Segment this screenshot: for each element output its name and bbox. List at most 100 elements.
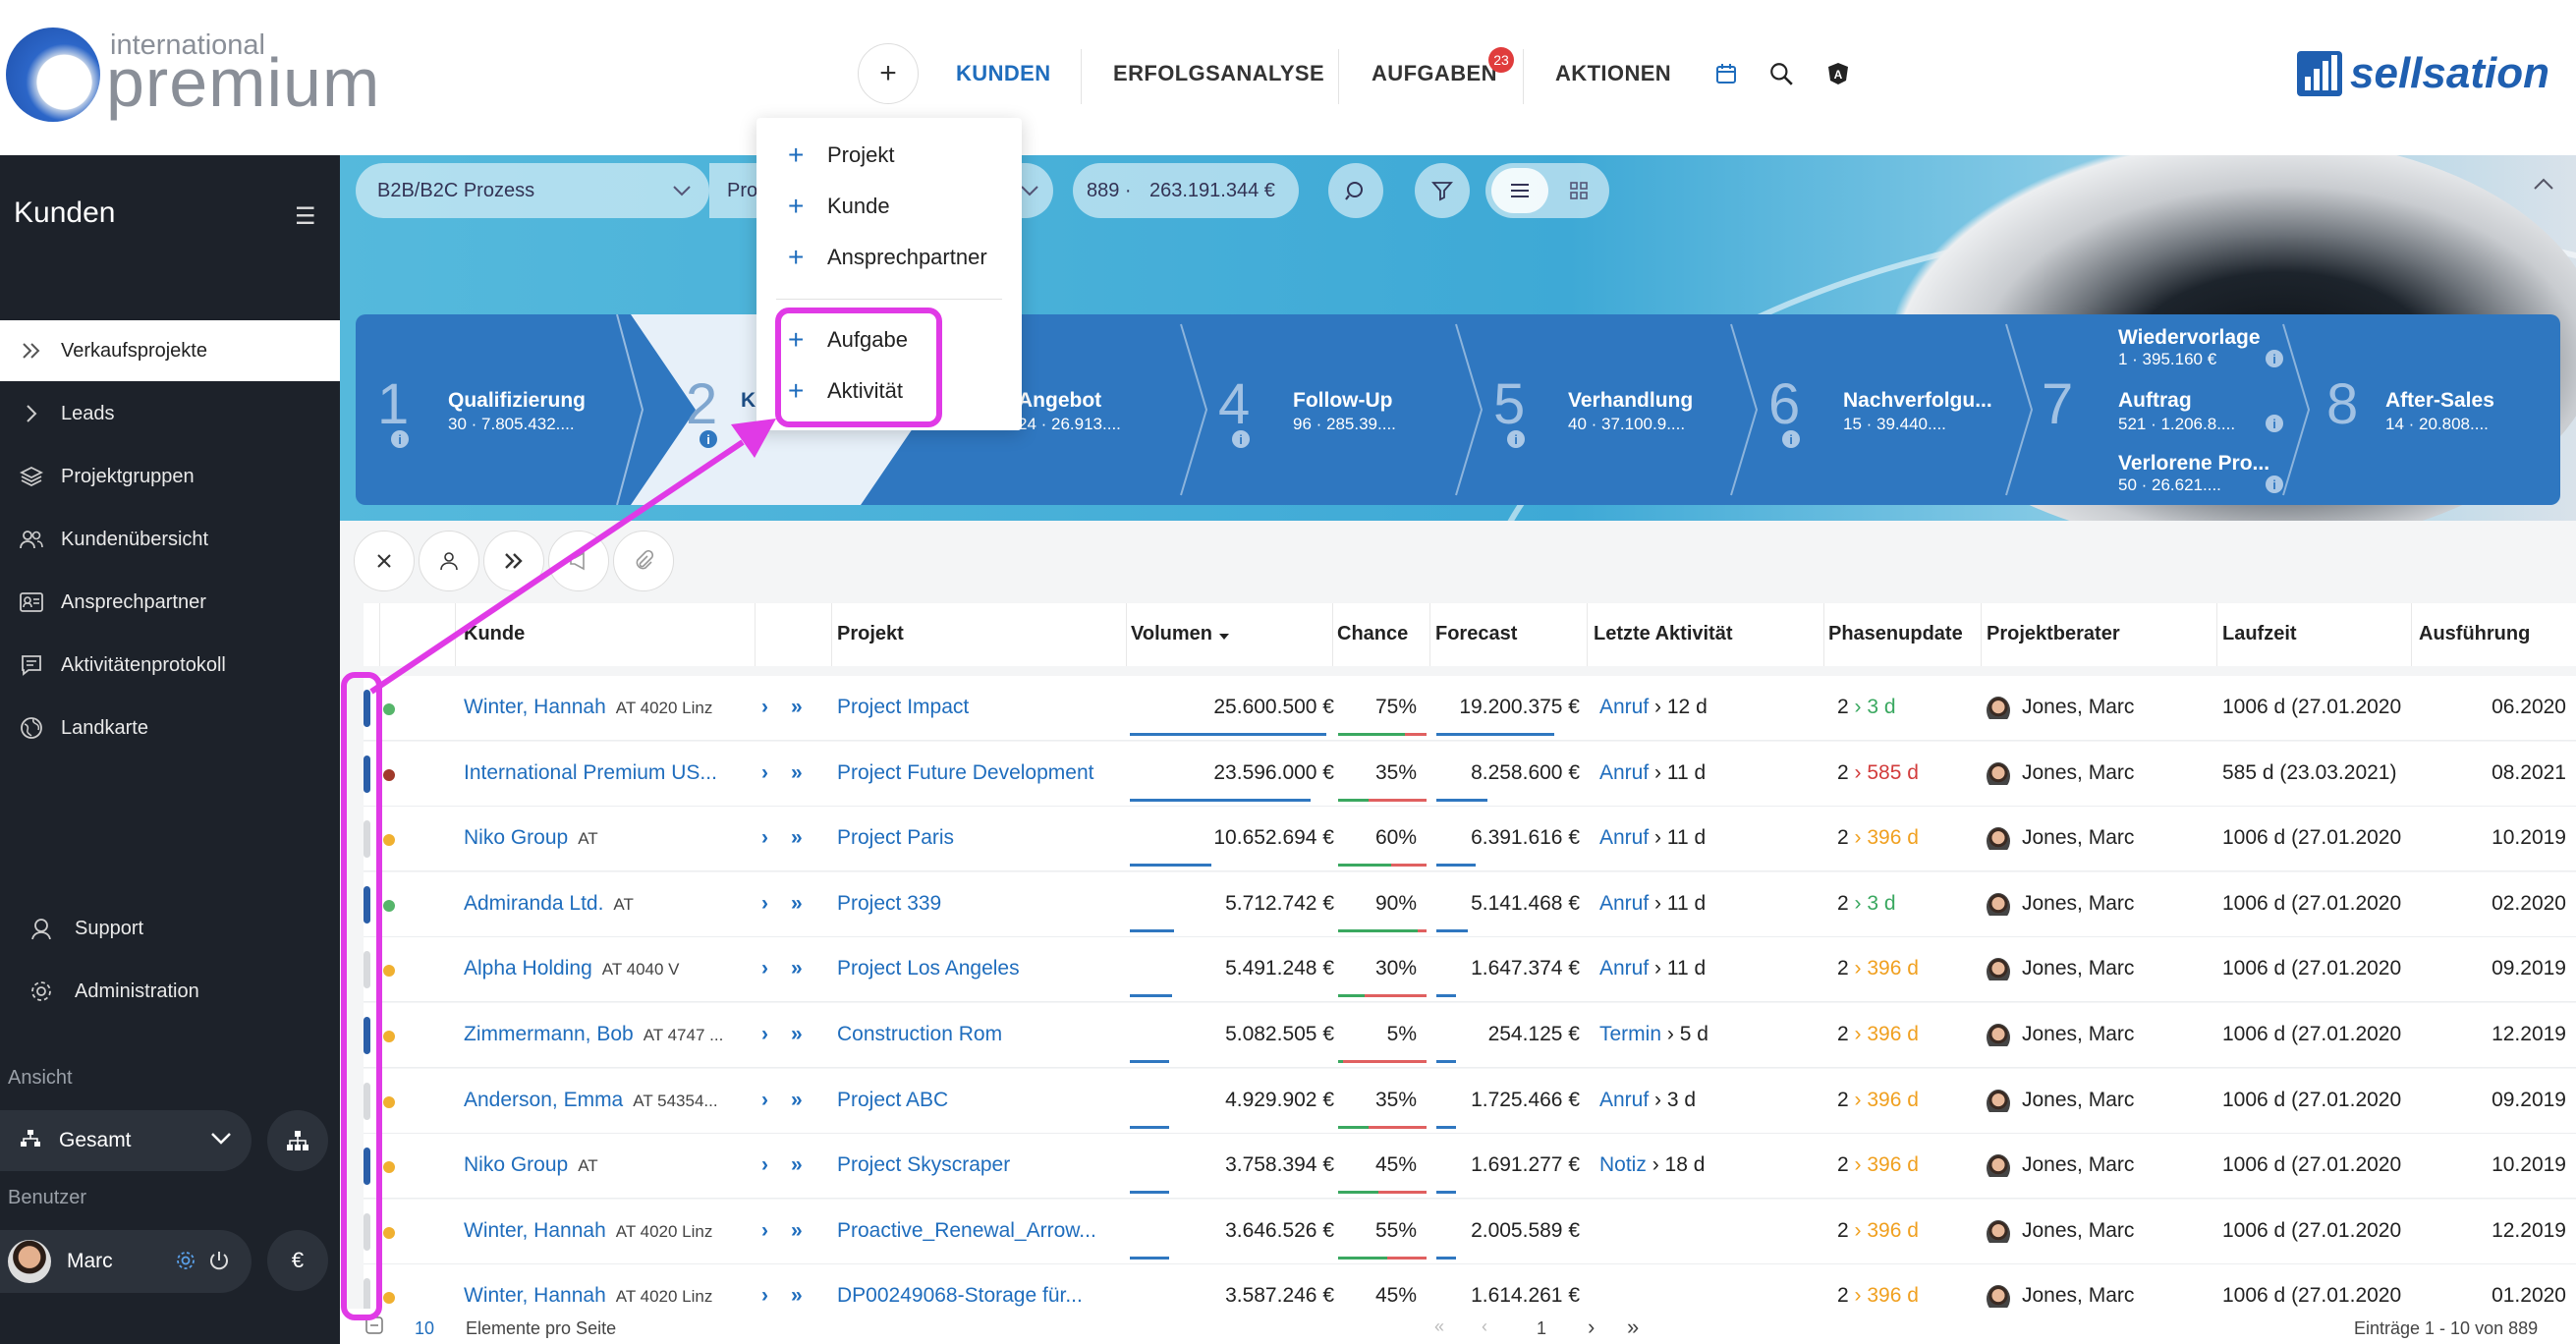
kunde-link[interactable]: Alpha Holding xyxy=(464,957,592,980)
chevron-right-icon[interactable]: › xyxy=(761,1089,768,1112)
kunde-link[interactable]: Admiranda Ltd. xyxy=(464,892,603,915)
chevron-right-icon[interactable]: › xyxy=(761,957,768,980)
power-icon[interactable] xyxy=(208,1250,230,1276)
aktivitaet-type[interactable]: Anruf xyxy=(1599,826,1649,849)
sidebar-item-verkaufsprojekte[interactable]: Verkaufsprojekte xyxy=(0,320,340,381)
table-row[interactable]: Winter, Hannah AT 4020 Linz › » Proactive_Re… xyxy=(364,1199,2576,1264)
menu-item-kunde[interactable]: + Kunde xyxy=(788,191,890,222)
sidebar-item-administration[interactable]: Administration xyxy=(0,961,340,1022)
next-page-icon[interactable]: › xyxy=(1588,1315,1595,1340)
chevron-right-icon[interactable]: › xyxy=(761,826,768,850)
search-button[interactable] xyxy=(1328,163,1383,218)
sidebar-item-ansprechpartner[interactable]: Ansprechpartner xyxy=(0,572,340,633)
menu-icon[interactable]: ☰ xyxy=(295,202,316,231)
angular-icon[interactable]: A xyxy=(1823,59,1853,88)
info-icon[interactable]: i xyxy=(391,430,409,448)
aktivitaet-type[interactable]: Anruf xyxy=(1599,696,1649,718)
chevron-right-icon[interactable]: › xyxy=(761,1023,768,1046)
table-row[interactable]: International Premium US... › » Project Fut… xyxy=(364,741,2576,807)
double-chevron-icon[interactable]: » xyxy=(791,957,803,980)
sort-desc-icon[interactable] xyxy=(1218,629,1230,646)
kunde-link[interactable]: Winter, Hannah xyxy=(464,1219,606,1242)
first-page-icon[interactable]: « xyxy=(1434,1316,1444,1337)
aktivitaet-type[interactable]: Anruf xyxy=(1599,957,1649,980)
info-icon[interactable]: i xyxy=(1507,430,1525,448)
header-kunde[interactable]: Kunde xyxy=(464,623,525,645)
chevron-right-icon[interactable]: › xyxy=(761,892,768,916)
sidebar-item-support[interactable]: Support xyxy=(0,898,340,959)
nav-aufgaben[interactable]: AUFGABEN xyxy=(1372,61,1497,86)
projekt-link[interactable]: Project Impact xyxy=(837,696,1122,719)
kunde-link[interactable]: Zimmermann, Bob xyxy=(464,1023,634,1045)
sidebar-item-kundenuebersicht[interactable]: Kundenübersicht xyxy=(0,509,340,570)
header-laufzeit[interactable]: Laufzeit xyxy=(2222,623,2297,645)
clear-button[interactable] xyxy=(354,531,415,591)
grid-view-button[interactable] xyxy=(1554,168,1603,213)
header-volumen[interactable]: Volumen xyxy=(1131,623,1212,645)
menu-item-projekt[interactable]: + Projekt xyxy=(788,140,894,171)
chevron-up-icon[interactable] xyxy=(2533,177,2554,196)
double-chevron-icon[interactable]: » xyxy=(791,1153,803,1177)
kunde-link[interactable]: International Premium US... xyxy=(464,761,717,784)
double-chevron-icon[interactable]: » xyxy=(791,1284,803,1308)
header-letzte-aktivitaet[interactable]: Letzte Aktivität xyxy=(1594,623,1733,645)
table-row[interactable]: Alpha Holding AT 4040 V › » Project Los Ange… xyxy=(364,937,2576,1003)
current-page[interactable]: 1 xyxy=(1537,1318,1546,1339)
kunde-link[interactable]: Niko Group xyxy=(464,826,568,849)
chevron-right-icon[interactable]: › xyxy=(761,1284,768,1308)
kunde-link[interactable]: Niko Group xyxy=(464,1153,568,1176)
chevron-right-icon[interactable]: › xyxy=(761,1153,768,1177)
header-projekt[interactable]: Projekt xyxy=(837,623,904,645)
aktivitaet-type[interactable]: Notiz xyxy=(1599,1153,1647,1176)
double-chevron-icon[interactable]: » xyxy=(791,892,803,916)
header-ausfuehrung[interactable]: Ausführung xyxy=(2419,623,2530,645)
table-row[interactable]: Anderson, Emma AT 54354... › » Project ABC 4.… xyxy=(364,1068,2576,1134)
stage-follow-up[interactable]: 4 Follow-Up 96 · 285.39.... i xyxy=(1201,314,1476,505)
nav-kunden[interactable]: KUNDEN xyxy=(956,61,1051,86)
sidebar-item-projektgruppen[interactable]: Projektgruppen xyxy=(0,446,340,507)
per-page-value[interactable]: 10 xyxy=(415,1318,434,1339)
table-row[interactable]: Zimmermann, Bob AT 4747 ... › » Construction… xyxy=(364,1003,2576,1068)
sidebar-item-leads[interactable]: Leads xyxy=(0,383,340,444)
header-phasenupdate[interactable]: Phasenupdate xyxy=(1828,623,1963,645)
projekt-link[interactable]: Project ABC xyxy=(837,1089,1122,1112)
stage-nachverfolgung[interactable]: 6 Nachverfolgu... 15 · 39.440.... i xyxy=(1751,314,2026,505)
header-projektberater[interactable]: Projektberater xyxy=(1987,623,2120,645)
calendar-icon[interactable] xyxy=(1711,59,1741,88)
settings-icon[interactable] xyxy=(175,1250,196,1276)
projekt-link[interactable]: Project Paris xyxy=(837,826,1122,850)
attach-button[interactable] xyxy=(613,531,674,591)
stage-auftrag-group[interactable]: 7 Wiedervorlage 1 · 395.160 € i Auftrag … xyxy=(2026,314,2291,505)
aktivitaet-type[interactable]: Anruf xyxy=(1599,892,1649,915)
projekt-link[interactable]: Project Los Angeles xyxy=(837,957,1122,980)
double-chevron-icon[interactable]: » xyxy=(791,1219,803,1243)
sidebar-item-aktivitaetenprotokoll[interactable]: Aktivitätenprotokoll xyxy=(0,635,340,696)
aktivitaet-type[interactable]: Anruf xyxy=(1599,1089,1649,1111)
double-chevron-icon[interactable]: » xyxy=(791,696,803,719)
list-view-button[interactable] xyxy=(1491,168,1548,213)
chevron-right-icon[interactable]: › xyxy=(761,696,768,719)
aktivitaet-type[interactable]: Termin xyxy=(1599,1023,1661,1045)
projekt-link[interactable]: Project 339 xyxy=(837,892,1122,916)
projekt-link[interactable]: Proactive_Renewal_Arrow... xyxy=(837,1219,1122,1243)
table-row[interactable]: Winter, Hannah AT 4020 Linz › » Project Impa… xyxy=(364,676,2576,741)
ansicht-select[interactable]: Gesamt xyxy=(0,1110,252,1171)
stage-qualifizierung[interactable]: 1 Qualifizierung 30 · 7.805.432.... i xyxy=(356,314,631,505)
projekt-link[interactable]: Project Future Development xyxy=(837,761,1122,785)
last-page-icon[interactable]: » xyxy=(1627,1315,1639,1340)
search-icon[interactable] xyxy=(1766,59,1796,88)
chevron-right-icon[interactable]: › xyxy=(761,1219,768,1243)
info-icon[interactable]: i xyxy=(1232,430,1250,448)
kunde-link[interactable]: Anderson, Emma xyxy=(464,1089,623,1111)
sidebar-item-landkarte[interactable]: Landkarte xyxy=(0,698,340,758)
aktivitaet-type[interactable]: Anruf xyxy=(1599,761,1649,784)
table-row[interactable]: Niko Group AT › » Project Skyscraper 3.758.39… xyxy=(364,1134,2576,1200)
table-row[interactable]: Niko Group AT › » Project Paris 10.652.694 € 6… xyxy=(364,807,2576,872)
table-row[interactable]: Admiranda Ltd. AT › » Project 339 5.712.742 €… xyxy=(364,871,2576,937)
kunde-link[interactable]: Winter, Hannah xyxy=(464,696,606,718)
megaphone-button[interactable] xyxy=(548,531,609,591)
stage-verhandlung[interactable]: 5 Verhandlung 40 · 37.100.9.... i xyxy=(1476,314,1751,505)
info-icon[interactable]: i xyxy=(700,430,717,448)
nav-aktionen[interactable]: AKTIONEN xyxy=(1555,61,1671,86)
header-chance[interactable]: Chance xyxy=(1337,623,1408,645)
